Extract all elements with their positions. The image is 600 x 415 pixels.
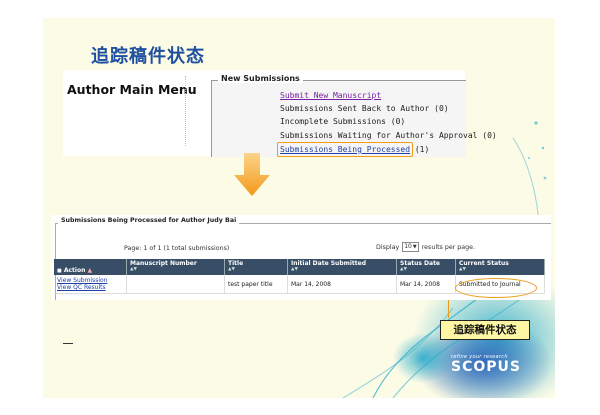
menu-divider [185,76,186,146]
highlight-box [277,142,413,157]
chevron-down-icon: ▼ [412,244,417,250]
column-header-current-status[interactable]: Current Status ▲▼ [455,259,545,275]
sort-icon: ▲▼ [400,267,407,272]
new-submissions-legend: New Submissions [218,74,303,83]
action-cell: View Submission View QC Results [54,275,127,294]
author-menu-screenshot: Author Main Menu New Submissions Submit … [63,70,497,157]
waiting-author-approval-item: Submissions Waiting for Author's Approva… [280,131,497,140]
bullet-marker [63,343,73,344]
results-per-page-value: 10 [404,243,412,250]
status-highlight-oval [455,278,537,298]
column-header-initial-date[interactable]: Initial Date Submitted ▲▼ [287,259,397,275]
author-main-menu-title: Author Main Menu [67,82,197,97]
callout-label: 追踪稿件状态 [440,320,530,340]
view-qc-results-link[interactable]: View QC Results [57,284,123,291]
sort-icon: ▲▼ [459,267,466,272]
table-header-row: ■ Action ▲ Manuscript Number ▲▼ Title ▲▼ I… [54,259,545,275]
results-per-page-select[interactable]: 10▼ [402,242,419,252]
new-submissions-section: New Submissions Submit New Manuscript Su… [211,74,497,157]
results-per-page-control: Display 10▼ results per page. [376,242,475,252]
scopus-logo: refine your research SCOPUS [451,354,521,375]
column-header-action[interactable]: ■ Action ▲ [54,259,127,275]
column-header-status-date[interactable]: Status Date ▲▼ [396,259,456,275]
manuscript-number-cell [126,275,225,294]
panel-title: Submissions Being Processed for Author J… [58,217,240,224]
sort-up-icon: ▲ [87,267,93,274]
incomplete-submissions-item: Incomplete Submissions (0) [280,117,406,126]
scopus-name: SCOPUS [451,359,521,375]
sort-icon: ▲▼ [291,267,298,272]
sort-icon: ▲▼ [228,267,235,272]
square-icon: ■ [57,268,62,274]
submit-new-manuscript-link[interactable]: Submit New Manuscript [280,91,381,100]
status-date-cell: Mar 14, 2008 [396,275,456,294]
column-header-title[interactable]: Title ▲▼ [224,259,288,275]
column-header-manuscript-number[interactable]: Manuscript Number ▲▼ [126,259,225,275]
page-info: Page: 1 of 1 (1 total submissions) [124,245,230,252]
sent-back-to-author-item: Submissions Sent Back to Author (0) [280,104,449,113]
slide-title: 追踪稿件状态 [91,46,205,67]
title-cell: test paper title [224,275,288,294]
display-label: Display [376,243,400,251]
view-submission-link[interactable]: View Submission [57,277,123,284]
display-suffix: results per page. [421,243,476,251]
processing-screenshot: Submissions Being Processed for Author J… [51,215,551,300]
initial-date-cell: Mar 14, 2008 [287,275,397,294]
down-arrow-icon [234,153,270,196]
sort-icon: ▲▼ [130,267,137,272]
